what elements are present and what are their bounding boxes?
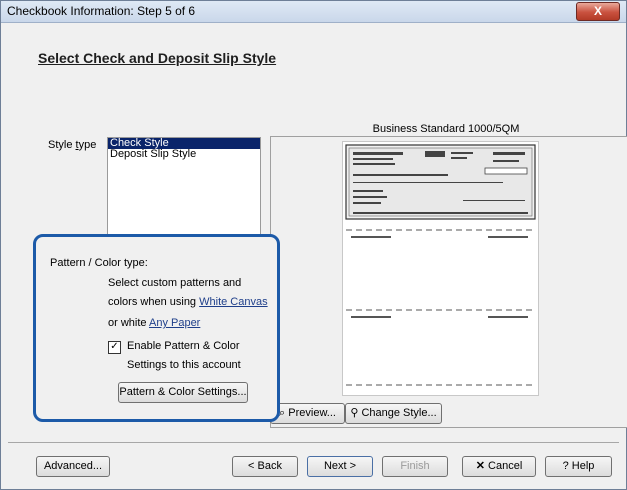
window-title: Checkbook Information: Step 5 of 6 bbox=[7, 4, 196, 18]
cancel-button[interactable]: ✕ Cancel bbox=[462, 456, 536, 477]
change-style-button[interactable]: ⚲ Change Style... bbox=[345, 403, 442, 424]
pattern-help-line-2: colors when using White Canvas bbox=[108, 296, 268, 308]
help-icon: ? bbox=[562, 460, 569, 472]
finish-button[interactable]: Finish bbox=[382, 456, 448, 477]
pattern-help-line-3-prefix: or white bbox=[108, 317, 147, 329]
wizard-window: Checkbook Information: Step 5 of 6 X Sel… bbox=[0, 0, 627, 490]
wizard-client-area: Select Check and Deposit Slip Style Styl… bbox=[8, 28, 627, 483]
pattern-help-line-1: Select custom patterns and bbox=[108, 277, 242, 289]
back-button[interactable]: < Back bbox=[232, 456, 298, 477]
pattern-color-title: Pattern / Color type: bbox=[50, 257, 148, 269]
close-button[interactable]: X bbox=[576, 2, 620, 21]
enable-pattern-label-line-2: Settings to this account bbox=[127, 359, 241, 371]
style-type-list[interactable]: Check Style Deposit Slip Style bbox=[107, 137, 261, 237]
pattern-color-settings-button[interactable]: Pattern & Color Settings... bbox=[118, 382, 248, 403]
cancel-x-icon: ✕ bbox=[475, 460, 485, 472]
preview-button-label: Preview... bbox=[288, 407, 336, 419]
style-item-deposit-slip[interactable]: Deposit Slip Style bbox=[108, 149, 260, 160]
any-paper-link[interactable]: Any Paper bbox=[149, 317, 200, 329]
pattern-help-line-2-prefix: colors when using bbox=[108, 296, 197, 308]
title-bar: Checkbook Information: Step 5 of 6 X bbox=[1, 1, 626, 23]
style-type-label: Style type bbox=[48, 139, 97, 151]
page-title: Select Check and Deposit Slip Style bbox=[38, 50, 277, 66]
pattern-help-line-3: or white Any Paper bbox=[108, 317, 200, 329]
preview-button[interactable]: ⌕ Preview... bbox=[270, 403, 345, 424]
footer-divider bbox=[8, 442, 619, 443]
advanced-button[interactable]: Advanced... bbox=[36, 456, 110, 477]
enable-pattern-label: Enable Pattern & Color bbox=[127, 340, 240, 352]
help-button-label: Help bbox=[571, 460, 595, 472]
white-canvas-link[interactable]: White Canvas bbox=[199, 296, 267, 308]
check-preview-image bbox=[342, 141, 539, 396]
help-button[interactable]: ? Help bbox=[545, 456, 612, 477]
close-icon: X bbox=[593, 4, 602, 18]
next-button[interactable]: Next > bbox=[307, 456, 373, 477]
preview-title: Business Standard 1000/5QM bbox=[372, 123, 520, 135]
change-style-button-label: Change Style... bbox=[361, 407, 437, 419]
style-preview-panel bbox=[270, 136, 627, 428]
enable-pattern-checkbox[interactable]: ✓ bbox=[108, 341, 121, 354]
pattern-color-panel: Pattern / Color type: Select custom patt… bbox=[33, 234, 280, 422]
search-icon: ⚲ bbox=[350, 407, 359, 419]
cancel-button-label: Cancel bbox=[488, 460, 523, 472]
